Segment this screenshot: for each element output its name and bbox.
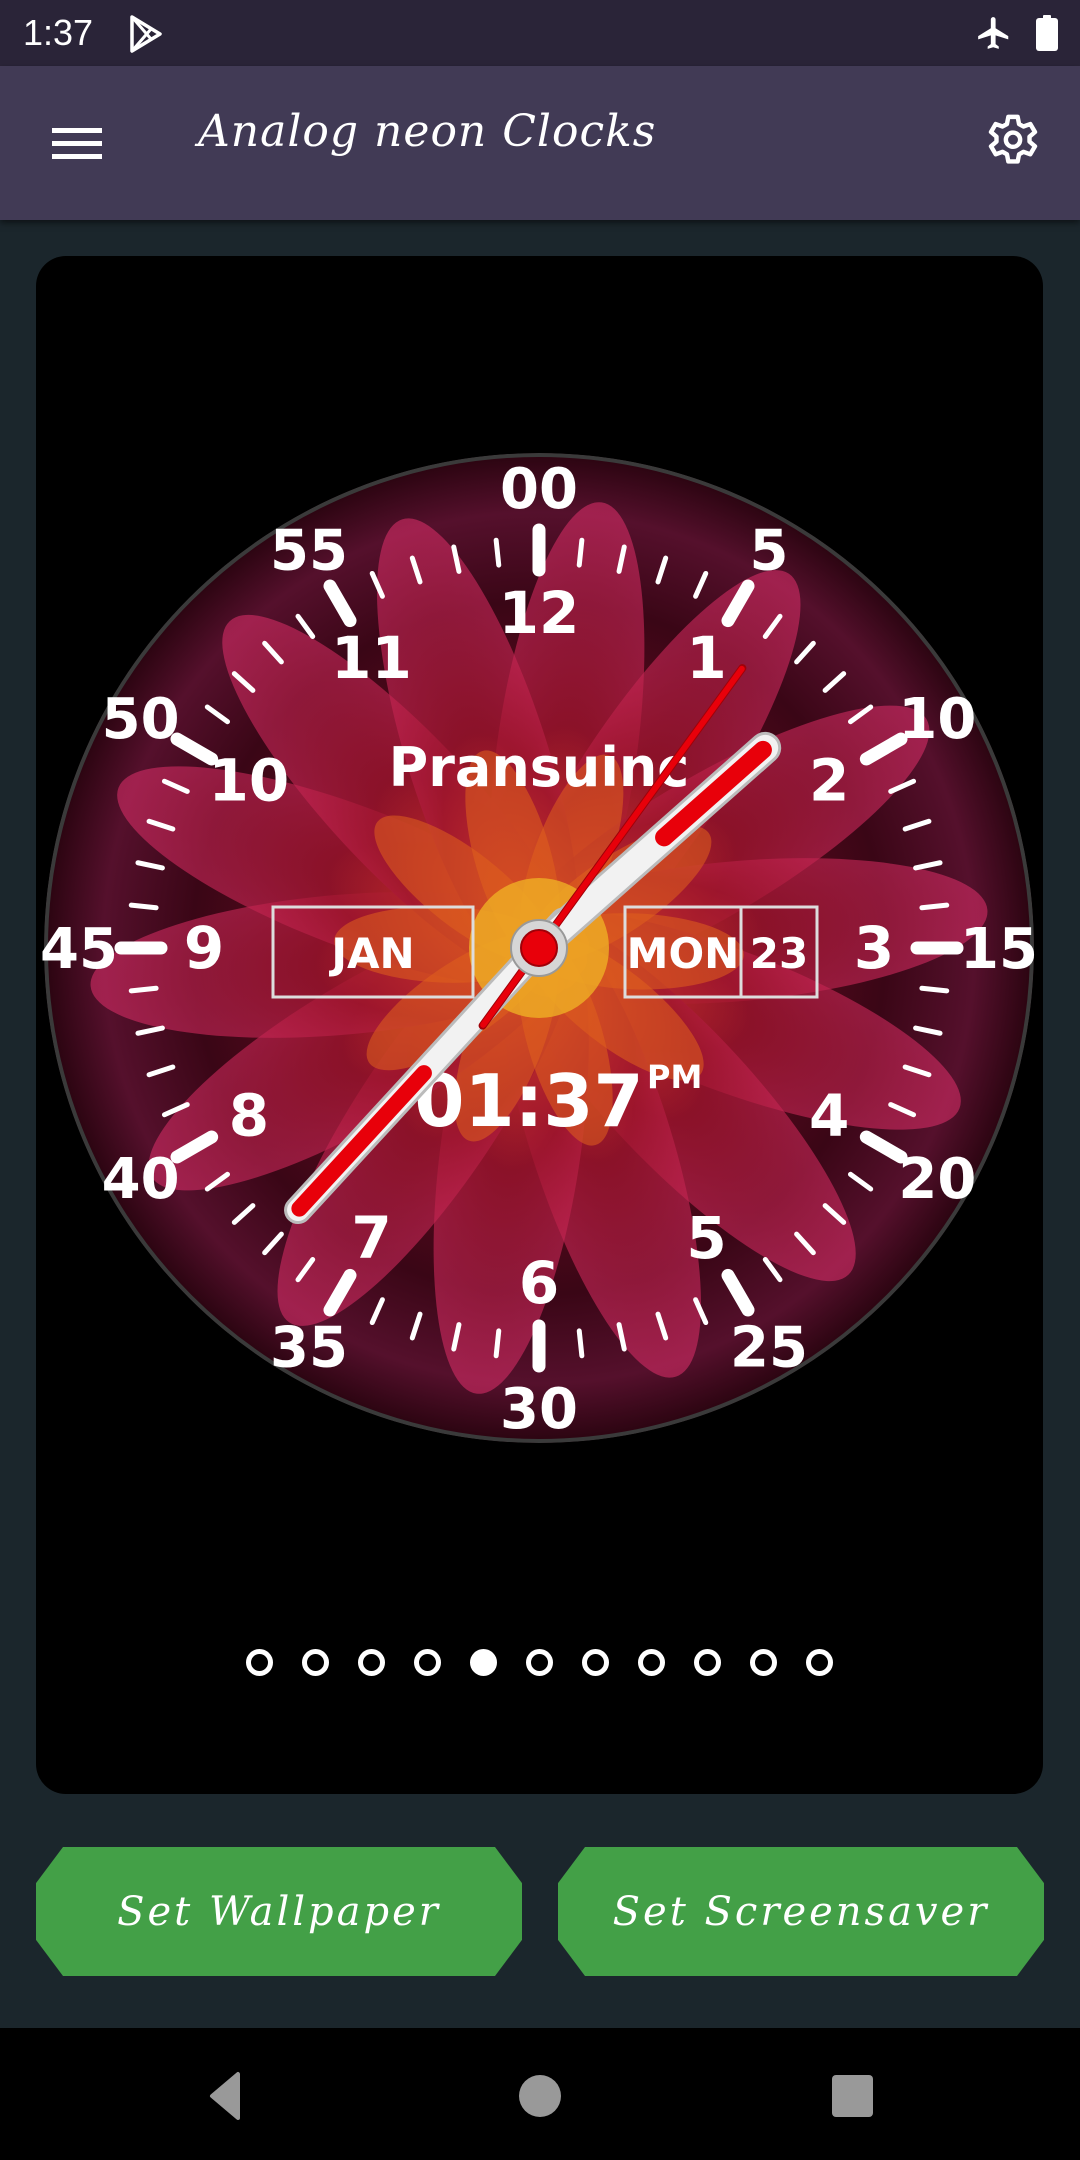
weekday-text: MON: [627, 929, 740, 978]
hour-label: 12: [499, 579, 580, 647]
page-dot[interactable]: [750, 1649, 777, 1676]
hour-label: 7: [351, 1204, 391, 1272]
minute-label: 35: [270, 1315, 348, 1380]
minute-label: 00: [500, 457, 578, 522]
set-wallpaper-button[interactable]: Set Wallpaper: [36, 1847, 522, 1976]
page-dot[interactable]: [806, 1649, 833, 1676]
hour-label: 8: [229, 1082, 269, 1150]
page-dot[interactable]: [358, 1649, 385, 1676]
back-triangle-icon[interactable]: [196, 2068, 252, 2124]
menu-line: [52, 141, 102, 146]
hour-label: 3: [854, 914, 894, 982]
page-dot[interactable]: [414, 1649, 441, 1676]
minor-tick: [576, 537, 585, 568]
home-circle-icon[interactable]: [512, 2068, 568, 2124]
minute-label: 20: [898, 1147, 976, 1212]
minute-label: 55: [270, 519, 348, 584]
hand-hub-cap: [520, 929, 558, 967]
menu-line: [52, 128, 102, 133]
play-store-icon: [130, 15, 162, 53]
minor-tick: [576, 1328, 585, 1359]
ampm-label: PM: [647, 1058, 702, 1096]
hour-label: 4: [809, 1082, 849, 1150]
page-dot[interactable]: [526, 1649, 553, 1676]
page-dot[interactable]: [246, 1649, 273, 1676]
clock-preview-card[interactable]: 12 1 2 3 4 5 6 7 8 9 10 11 00 5 10 15 20 25 30 35 40 45 50 55 P…: [36, 256, 1043, 1794]
hamburger-menu-icon[interactable]: [46, 118, 108, 168]
brand-text: Pransuinc: [389, 736, 690, 799]
analog-clock-face: 12123456789101100510152025303540455055 P…: [40, 453, 1038, 1443]
hour-label: 10: [209, 747, 290, 815]
minor-tick: [919, 902, 950, 911]
minute-label: 45: [40, 917, 118, 982]
minute-label: 15: [960, 917, 1038, 982]
minute-label: 40: [102, 1147, 180, 1212]
minor-tick: [493, 537, 502, 568]
page-dot-active[interactable]: [470, 1649, 497, 1676]
hour-label: 1: [686, 624, 726, 692]
minute-label: 25: [730, 1315, 808, 1380]
minor-tick: [128, 902, 159, 911]
hour-label: 9: [184, 914, 224, 982]
hour-label: 5: [686, 1204, 726, 1272]
minor-tick: [128, 985, 159, 994]
page-dot[interactable]: [582, 1649, 609, 1676]
page-dot[interactable]: [638, 1649, 665, 1676]
recents-square-icon[interactable]: [824, 2068, 880, 2124]
day-text: 23: [750, 929, 808, 978]
month-text: JAN: [328, 929, 414, 978]
app-title: Analog neon Clocks: [198, 106, 657, 157]
hour-label: 6: [519, 1249, 559, 1317]
system-nav-bar: [0, 2028, 1080, 2160]
battery-icon: [1036, 15, 1058, 51]
digital-time: 01:37: [414, 1059, 643, 1143]
page-dot[interactable]: [302, 1649, 329, 1676]
set-screensaver-button[interactable]: Set Screensaver: [558, 1847, 1044, 1976]
minor-tick: [919, 985, 950, 994]
menu-line: [52, 154, 102, 159]
page-dot[interactable]: [694, 1649, 721, 1676]
airplane-mode-icon: [978, 17, 1009, 49]
minor-tick: [493, 1328, 502, 1359]
minute-label: 50: [102, 687, 180, 752]
hour-label: 2: [809, 747, 849, 815]
status-time: 1:37: [23, 12, 94, 53]
minute-label: 30: [500, 1377, 578, 1442]
status-bar: 1:37: [0, 0, 1080, 66]
gear-icon[interactable]: [980, 110, 1046, 176]
minute-label: 10: [898, 687, 976, 752]
page-indicator: [36, 1649, 1043, 1689]
app-toolbar: Analog neon Clocks: [0, 66, 1080, 220]
hour-label: 11: [331, 624, 412, 692]
minute-label: 5: [750, 519, 789, 584]
